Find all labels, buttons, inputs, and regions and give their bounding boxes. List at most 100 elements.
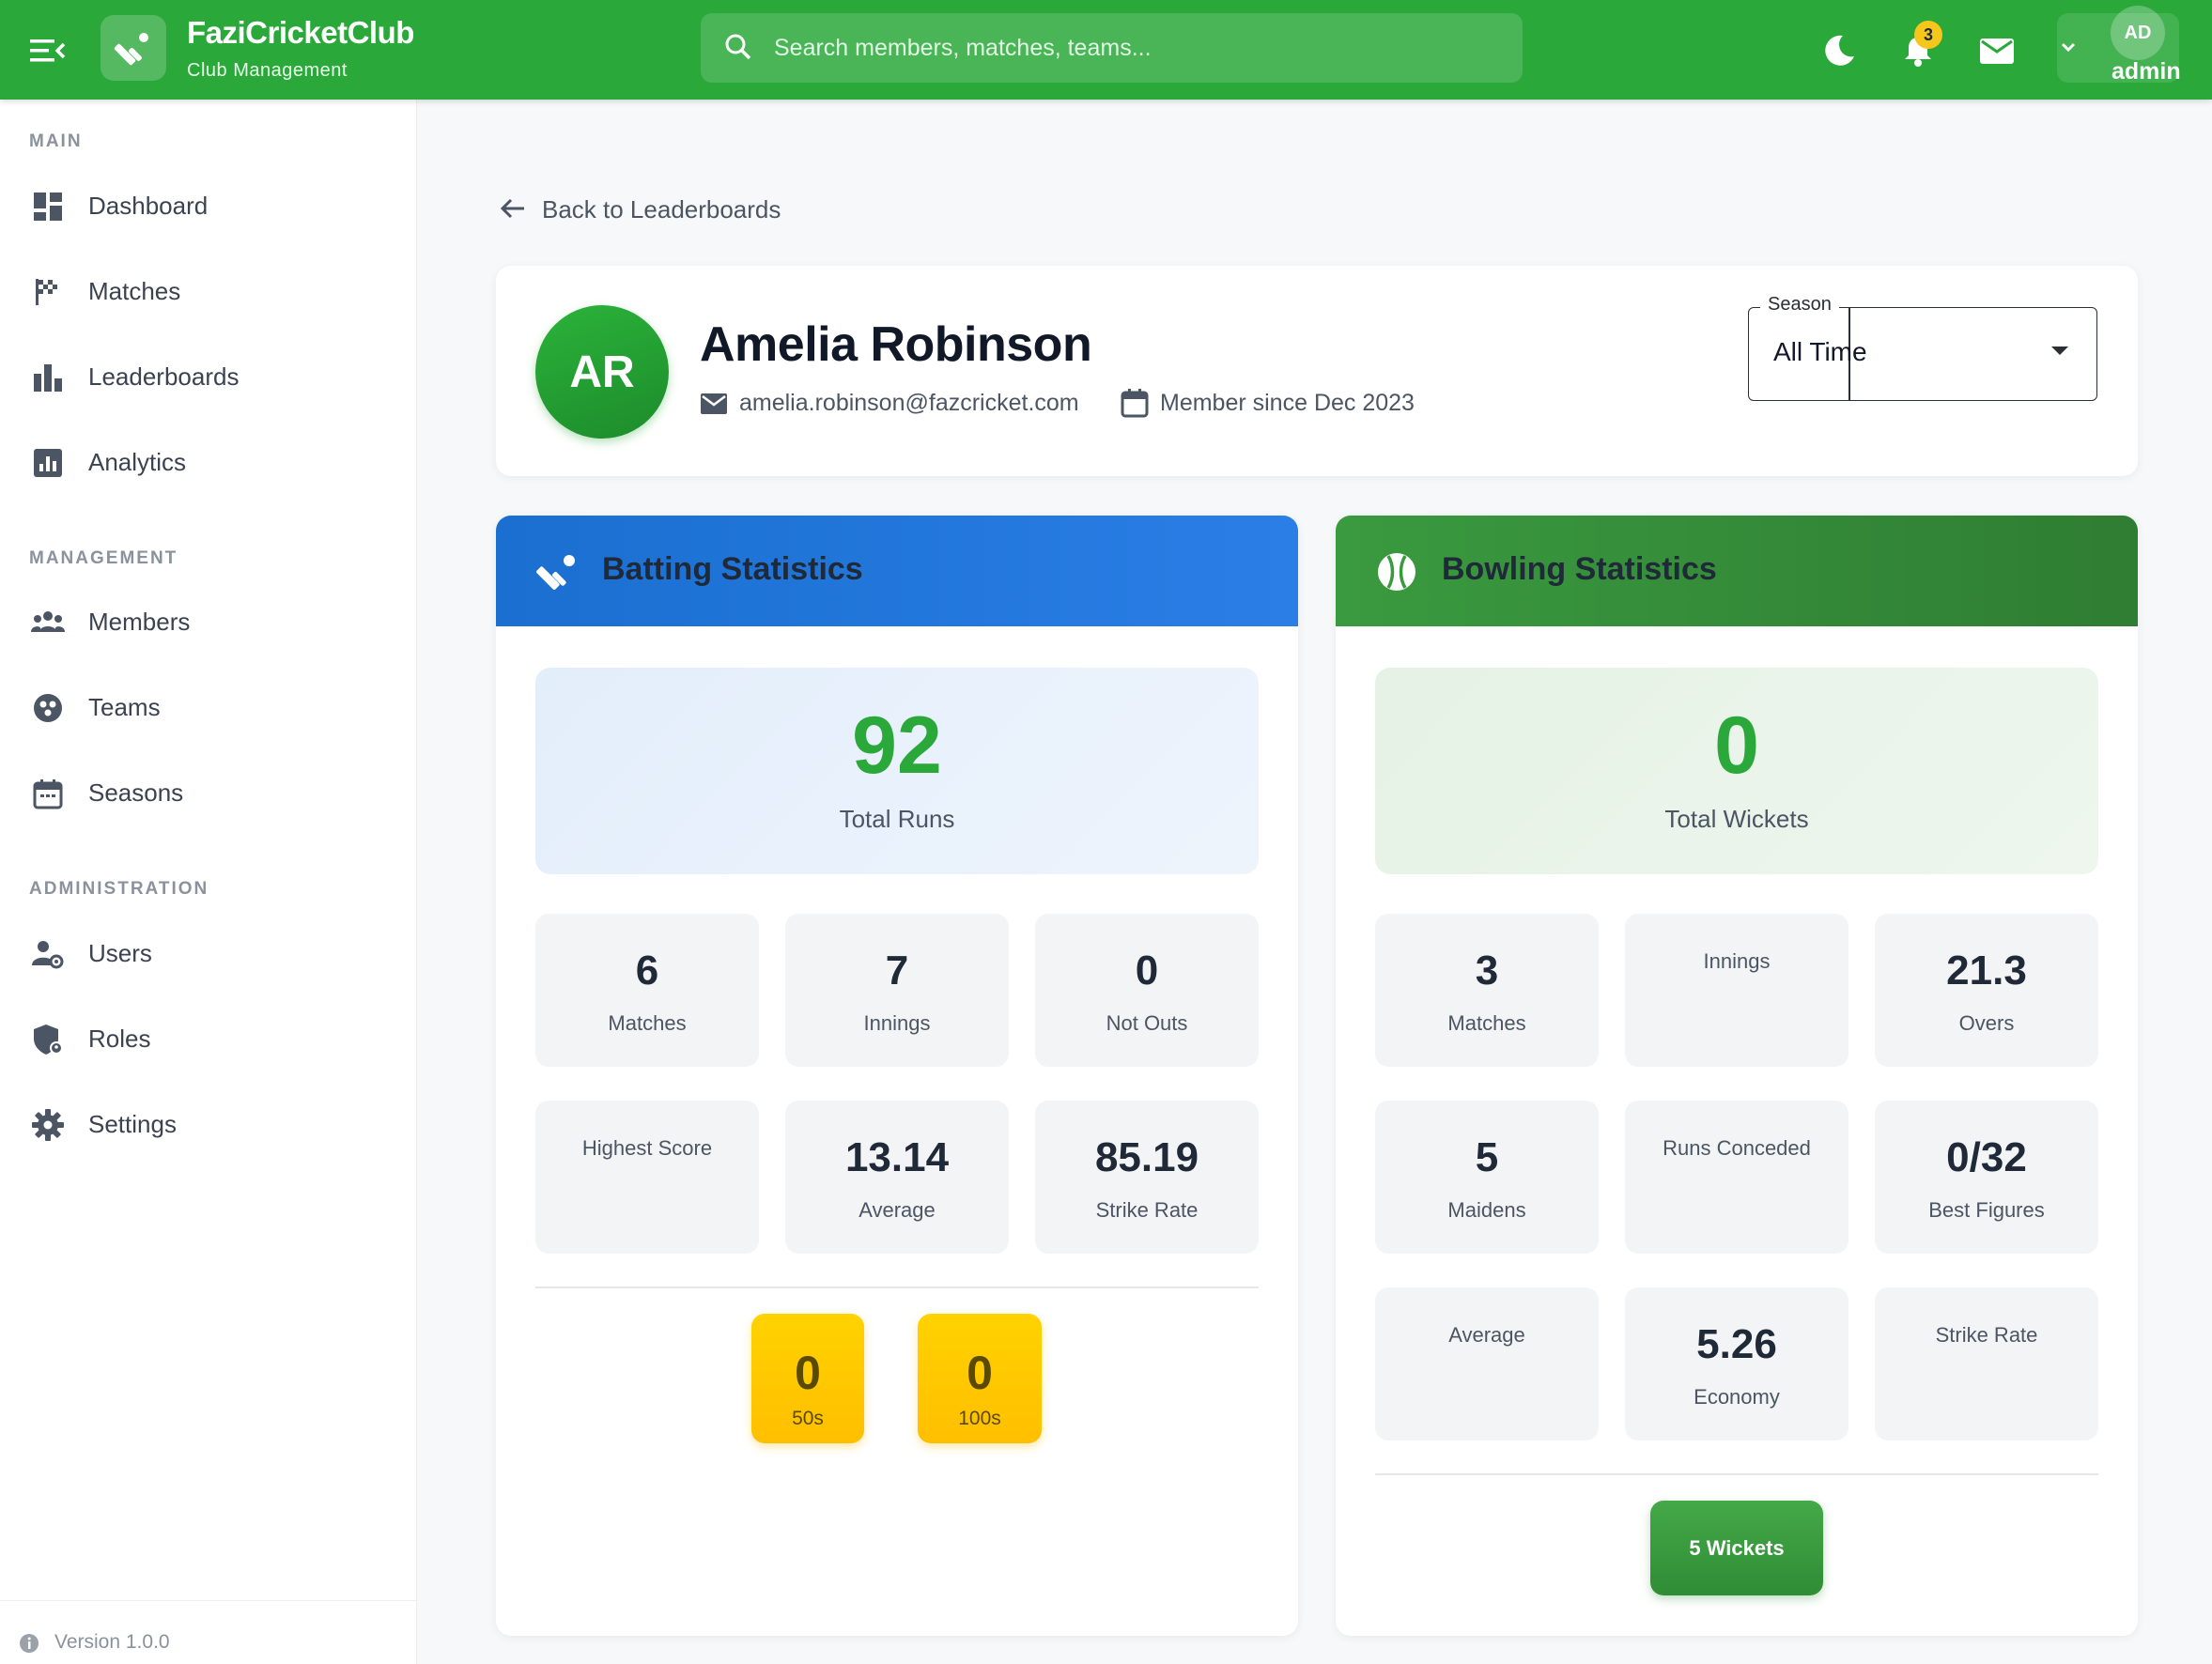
info-icon xyxy=(20,1634,39,1653)
menu-collapse-icon xyxy=(30,39,66,62)
theme-toggle-button[interactable] xyxy=(1820,32,1858,69)
fifties-value: 0 xyxy=(795,1347,821,1399)
user-name: admin xyxy=(2111,58,2181,85)
section-divider xyxy=(1375,1473,2098,1475)
total-wickets-value: 0 xyxy=(1714,701,1759,791)
messages-button[interactable] xyxy=(1978,32,2016,69)
stat-label: Economy xyxy=(1694,1385,1780,1409)
stat-label: Innings xyxy=(1703,949,1771,973)
sidebar-item-settings[interactable]: Settings xyxy=(0,1087,417,1163)
stat-label: Runs Conceded xyxy=(1663,1136,1811,1160)
sidebar-item-label: Settings xyxy=(88,1110,177,1138)
sidebar-item-label: Seasons xyxy=(88,778,184,807)
stat-label: Overs xyxy=(1958,1011,2015,1035)
stat-tile: Runs Conceded xyxy=(1625,1101,1848,1254)
bar-chart-icon xyxy=(34,364,62,392)
stat-value: 3 xyxy=(1475,948,1499,994)
sidebar-item-label: Members xyxy=(88,608,191,636)
player-avatar: AR xyxy=(535,305,669,439)
search-icon xyxy=(725,34,751,60)
stat-label: Innings xyxy=(863,1011,931,1035)
section-label-administration: ADMINISTRATION xyxy=(29,879,209,899)
arrow-left-icon xyxy=(500,198,524,219)
mail-icon xyxy=(701,393,727,414)
app-subtitle: Club Management xyxy=(187,60,348,81)
sidebar-item-leaderboards[interactable]: Leaderboards xyxy=(0,340,417,415)
batting-header: Batting Statistics xyxy=(496,516,1298,626)
app-title: FaziCricketClub xyxy=(187,15,414,50)
stat-label: Strike Rate xyxy=(1935,1323,2038,1347)
calendar-icon xyxy=(1121,389,1149,418)
stat-tile: 0/32 Best Figures xyxy=(1875,1101,2098,1254)
sidebar-item-label: Roles xyxy=(88,1025,151,1053)
fifties-badge: 0 50s xyxy=(751,1314,864,1443)
sidebar-item-label: Users xyxy=(88,939,152,967)
sidebar-item-label: Leaderboards xyxy=(88,362,240,391)
moon-icon xyxy=(1825,35,1854,66)
stat-value: 6 xyxy=(635,948,659,994)
caret-down-icon xyxy=(2051,347,2068,355)
dashboard-icon xyxy=(34,193,62,221)
sidebar-item-dashboard[interactable]: Dashboard xyxy=(0,169,417,244)
hundreds-badge: 0 100s xyxy=(918,1314,1042,1443)
group-icon xyxy=(31,611,65,632)
stat-tile: 0 Not Outs xyxy=(1035,914,1259,1067)
stat-value: 5 xyxy=(1475,1134,1499,1180)
stat-label: Average xyxy=(859,1198,936,1222)
stat-value: 85.19 xyxy=(1094,1134,1199,1180)
stat-tile: 3 Matches xyxy=(1375,914,1599,1067)
sidebar-item-members[interactable]: Members xyxy=(0,585,417,660)
sidebar: MAIN Dashboard Matches Leaderboards Anal… xyxy=(0,100,417,1664)
section-divider xyxy=(535,1287,1259,1288)
search-input[interactable] xyxy=(774,13,1507,83)
season-value: All Time xyxy=(1773,337,1867,366)
team-icon xyxy=(34,694,62,722)
sidebar-item-label: Teams xyxy=(88,693,161,721)
total-runs-panel: 92 Total Runs xyxy=(535,668,1259,874)
stat-tile: 13.14 Average xyxy=(785,1101,1009,1254)
stat-tile: 7 Innings xyxy=(785,914,1009,1067)
sidebar-item-matches[interactable]: Matches xyxy=(0,254,417,330)
mail-icon xyxy=(1980,39,2014,64)
chevron-down-icon xyxy=(2061,42,2076,53)
stat-label: Strike Rate xyxy=(1095,1198,1199,1222)
brand-logo xyxy=(101,15,166,81)
bowling-statistics-card: Bowling Statistics 0 Total Wickets 3 Mat… xyxy=(1336,516,2138,1636)
stat-tile: Innings xyxy=(1625,914,1848,1067)
sidebar-item-roles[interactable]: Roles xyxy=(0,1002,417,1077)
hundreds-label: 100s xyxy=(958,1408,1001,1429)
total-wickets-label: Total Wickets xyxy=(1664,805,1809,833)
profile-card: AR Amelia Robinson amelia.robinson@fazcr… xyxy=(496,266,2138,476)
sidebar-item-teams[interactable]: Teams xyxy=(0,670,417,746)
stat-tile: 5 Maidens xyxy=(1375,1101,1599,1254)
stat-value: 0/32 xyxy=(1946,1134,2027,1180)
stat-label: Not Outs xyxy=(1106,1011,1188,1035)
version-text: Version 1.0.0 xyxy=(54,1631,170,1653)
back-to-leaderboards-link[interactable]: Back to Leaderboards xyxy=(498,193,781,223)
stat-label: Best Figures xyxy=(1928,1198,2045,1222)
stat-tile: 5.26 Economy xyxy=(1625,1287,1848,1441)
cricket-bat-icon xyxy=(536,555,575,590)
stat-value: 21.3 xyxy=(1946,948,2027,994)
top-app-bar: FaziCricketClub Club Management 3 AD adm… xyxy=(0,0,2212,100)
back-link-label: Back to Leaderboards xyxy=(542,195,781,223)
stat-tile: Strike Rate xyxy=(1875,1287,2098,1441)
stat-tile: 21.3 Overs xyxy=(1875,914,2098,1067)
bowling-header: Bowling Statistics xyxy=(1336,516,2138,626)
total-runs-value: 92 xyxy=(852,701,942,791)
stat-label: Maidens xyxy=(1447,1198,1526,1222)
sidebar-item-label: Matches xyxy=(88,277,181,305)
sidebar-item-analytics[interactable]: Analytics xyxy=(0,425,417,501)
batting-title: Batting Statistics xyxy=(602,551,863,587)
bowling-title: Bowling Statistics xyxy=(1442,551,1717,587)
sidebar-item-users[interactable]: Users xyxy=(0,917,417,992)
gear-icon xyxy=(32,1109,64,1141)
sidebar-item-seasons[interactable]: Seasons xyxy=(0,756,417,831)
menu-toggle-button[interactable] xyxy=(28,36,66,66)
sidebar-item-label: Dashboard xyxy=(88,192,209,220)
user-avatar: AD xyxy=(2111,6,2165,60)
hundreds-value: 0 xyxy=(967,1347,993,1399)
season-label: Season xyxy=(1760,294,1839,316)
stat-value: 0 xyxy=(1135,948,1159,994)
user-gear-icon xyxy=(32,941,64,969)
